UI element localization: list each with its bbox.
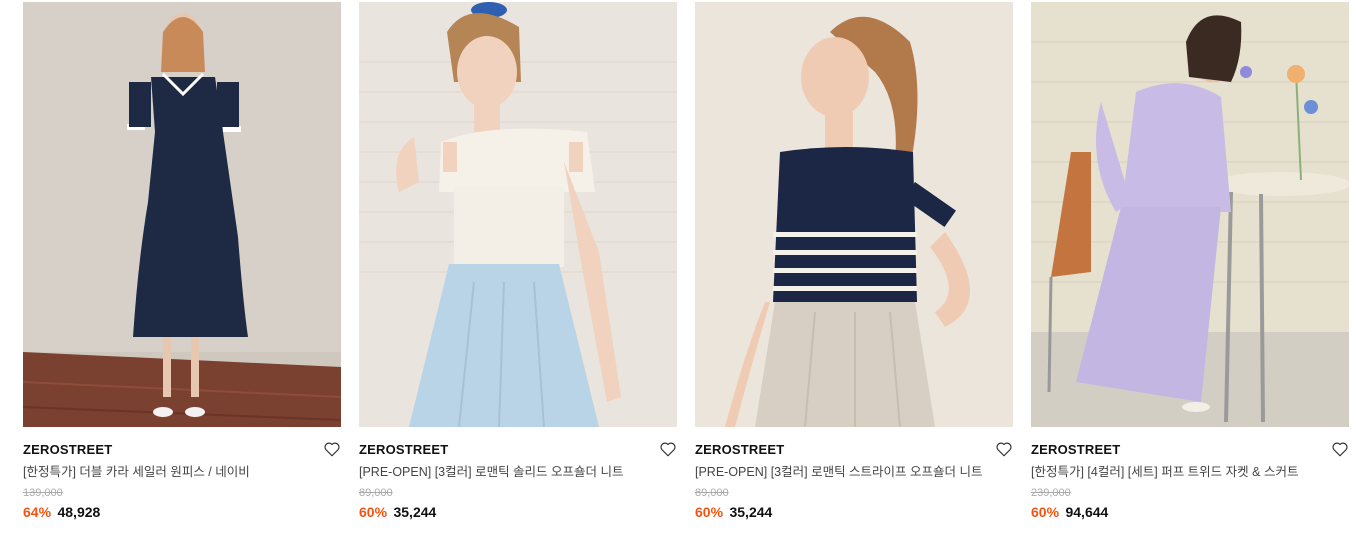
product-card[interactable]: ZEROSTREET [PRE-OPEN] [3컬러] 로맨틱 솔리드 오프숄더… bbox=[359, 2, 677, 522]
heart-outline-icon[interactable] bbox=[1331, 440, 1349, 458]
sale-price: 48,928 bbox=[57, 504, 101, 520]
brand-name[interactable]: ZEROSTREET bbox=[695, 442, 784, 457]
heart-outline-icon[interactable] bbox=[323, 440, 341, 458]
price-row: 64% 48,928 bbox=[23, 503, 341, 522]
brand-name[interactable]: ZEROSTREET bbox=[1031, 442, 1120, 457]
brand-name[interactable]: ZEROSTREET bbox=[23, 442, 112, 457]
product-card[interactable]: ZEROSTREET [PRE-OPEN] [3컬러] 로맨틱 스트라이프 오프… bbox=[695, 2, 1013, 522]
original-price: 89,000 bbox=[695, 487, 729, 499]
sale-price: 35,244 bbox=[729, 504, 773, 520]
product-image[interactable] bbox=[695, 2, 1013, 427]
product-image[interactable] bbox=[23, 2, 341, 427]
product-image[interactable] bbox=[1031, 2, 1349, 427]
product-card[interactable]: ZEROSTREET [한정특가] 더블 카라 세일러 원피스 / 네이비 13… bbox=[23, 2, 341, 522]
heart-outline-icon[interactable] bbox=[659, 440, 677, 458]
price-row: 60% 35,244 bbox=[359, 503, 677, 522]
product-title[interactable]: [PRE-OPEN] [3컬러] 로맨틱 솔리드 오프숄더 니트 bbox=[359, 463, 677, 481]
product-title[interactable]: [한정특가] [4컬러] [세트] 퍼프 트위드 자켓 & 스커트 bbox=[1031, 463, 1349, 481]
original-price: 89,000 bbox=[359, 487, 393, 499]
discount-rate: 64% bbox=[23, 504, 52, 520]
sale-price: 94,644 bbox=[1065, 504, 1109, 520]
product-title[interactable]: [PRE-OPEN] [3컬러] 로맨틱 스트라이프 오프숄더 니트 bbox=[695, 463, 1013, 481]
heart-outline-icon[interactable] bbox=[995, 440, 1013, 458]
product-title[interactable]: [한정특가] 더블 카라 세일러 원피스 / 네이비 bbox=[23, 463, 341, 481]
discount-rate: 60% bbox=[359, 504, 388, 520]
discount-rate: 60% bbox=[695, 504, 724, 520]
sale-price: 35,244 bbox=[393, 504, 437, 520]
price-row: 60% 35,244 bbox=[695, 503, 1013, 522]
product-card[interactable]: ZEROSTREET [한정특가] [4컬러] [세트] 퍼프 트위드 자켓 &… bbox=[1031, 2, 1349, 522]
original-price: 139,000 bbox=[23, 487, 63, 499]
original-price: 239,000 bbox=[1031, 487, 1071, 499]
price-row: 60% 94,644 bbox=[1031, 503, 1349, 522]
product-image[interactable] bbox=[359, 2, 677, 427]
brand-name[interactable]: ZEROSTREET bbox=[359, 442, 448, 457]
discount-rate: 60% bbox=[1031, 504, 1060, 520]
